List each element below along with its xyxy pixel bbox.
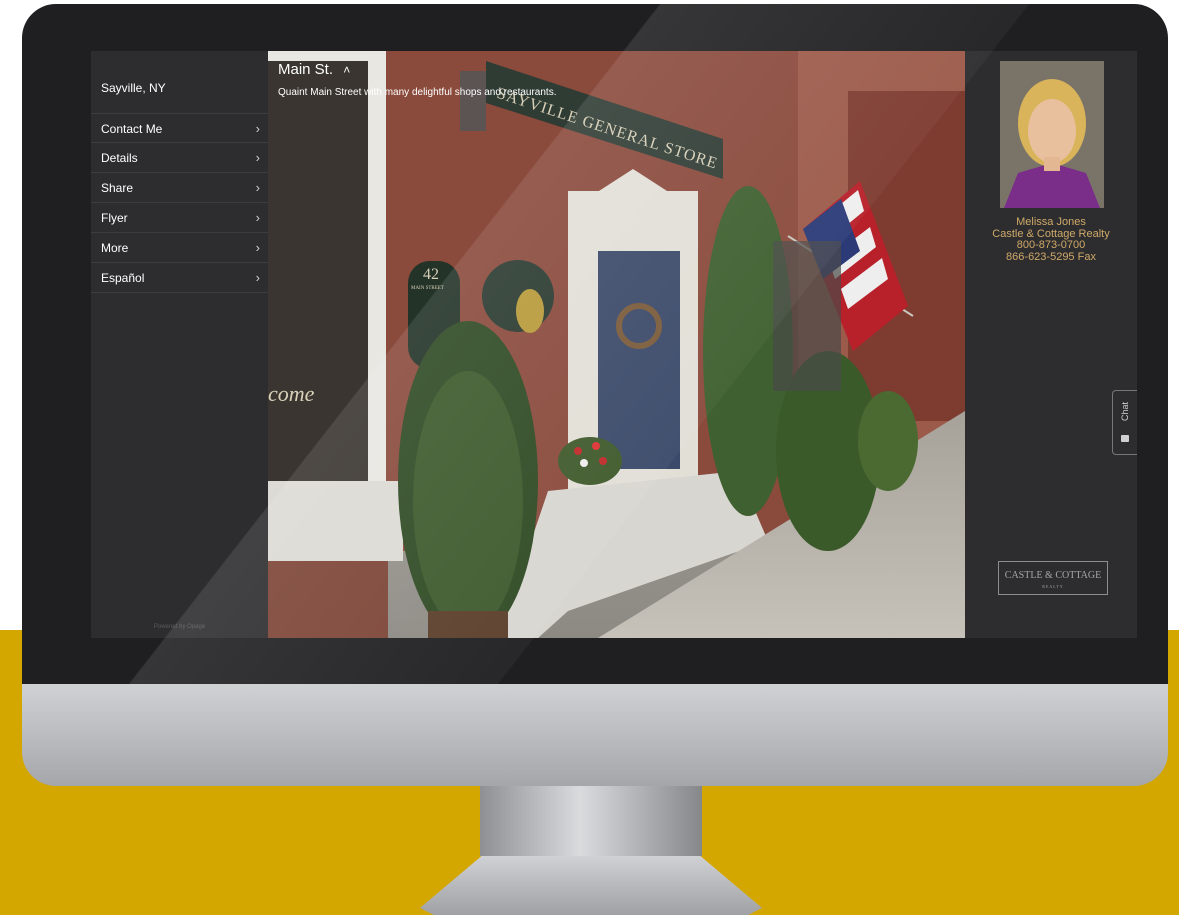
agent-headshot [1000,61,1104,208]
sidebar-menu: Contact Me › Details › Share › Flyer › M… [91,113,268,293]
menu-item-label: Details [101,151,138,165]
photo-title[interactable]: Main St. ˄ [278,61,350,78]
menu-item-details[interactable]: Details › [91,143,268,173]
chevron-right-icon: › [255,150,260,165]
menu-item-label: More [101,241,129,255]
chat-button[interactable]: Chat [1112,390,1137,455]
stand-neck [480,786,702,856]
agent-contact: Melissa Jones Castle & Cottage Realty 80… [965,216,1137,263]
menu-item-flyer[interactable]: Flyer › [91,203,268,233]
powered-by-label: Powered by Opage [153,624,206,630]
castle-cottage-logo: CASTLE & COTTAGE REALTY [998,561,1108,595]
photo-caption: Quaint Main Street with many delightful … [278,87,557,98]
menu-item-label: Contact Me [101,122,163,136]
chevron-right-icon: › [255,180,260,195]
menu-item-espanol[interactable]: Español › [91,263,268,293]
logo-text: CASTLE & COTTAGE [1004,570,1102,581]
monitor-stand [420,786,762,915]
plaque-number: 42 [423,266,439,283]
agent-phone[interactable]: 800-873-0700 [965,239,1137,252]
monitor-chin [22,684,1168,786]
window-text: come [268,381,315,406]
chevron-right-icon: › [255,270,260,285]
location-label: Sayville, NY [101,81,166,95]
logo-subtext: REALTY [1042,584,1064,589]
main-photo: SAYVILLE GENERAL STORE 42 MAIN STREET co… [268,51,965,638]
chevron-right-icon: › [255,121,260,136]
screen: Sayville, NY Contact Me › Details › Shar… [91,51,1137,638]
stand-foot [420,856,762,915]
agent-name: Melissa Jones [1016,216,1086,228]
chat-bubble-icon [1121,435,1129,442]
chat-label: Chat [1120,401,1130,421]
menu-item-label: Share [101,181,134,195]
monitor: Sayville, NY Contact Me › Details › Shar… [22,4,1168,786]
agent-fax: 866-623-5295 Fax [1006,250,1096,263]
menu-item-share[interactable]: Share › [91,173,268,203]
chevron-right-icon: › [255,210,260,225]
menu-item-label: Flyer [101,211,128,225]
chevron-up-icon: ˄ [343,63,351,77]
menu-item-label: Español [101,271,145,285]
photo-title-label: Main St. [278,61,334,78]
menu-item-contact-me[interactable]: Contact Me › [91,113,268,143]
sidebar: Sayville, NY Contact Me › Details › Shar… [91,51,268,638]
plaque-street: MAIN STREET [411,286,444,291]
agent-panel: Melissa Jones Castle & Cottage Realty 80… [965,51,1137,638]
menu-item-more[interactable]: More › [91,233,268,263]
chevron-right-icon: › [255,240,260,255]
